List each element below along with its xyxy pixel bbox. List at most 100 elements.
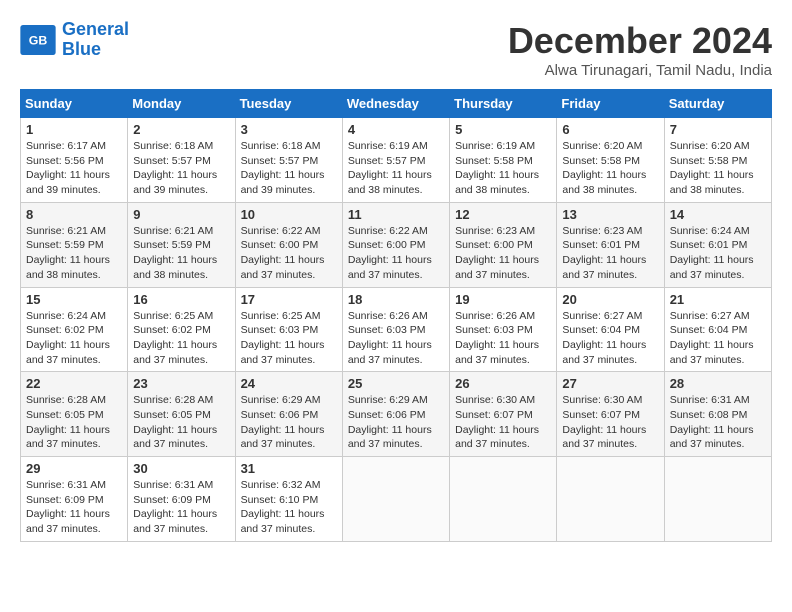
day-number: 4 xyxy=(348,122,444,137)
calendar-cell: 14 Sunrise: 6:24 AMSunset: 6:01 PMDayligh… xyxy=(664,202,771,287)
day-info: Sunrise: 6:17 AMSunset: 5:56 PMDaylight:… xyxy=(26,139,122,198)
day-info: Sunrise: 6:18 AMSunset: 5:57 PMDaylight:… xyxy=(241,139,337,198)
day-info: Sunrise: 6:27 AMSunset: 6:04 PMDaylight:… xyxy=(670,309,766,368)
calendar-cell: 17 Sunrise: 6:25 AMSunset: 6:03 PMDayligh… xyxy=(235,287,342,372)
logo-line2: Blue xyxy=(62,39,101,59)
calendar-cell: 31Sunrise: 6:32 AMSunset: 6:10 PMDayligh… xyxy=(235,457,342,542)
calendar-week-row: 8 Sunrise: 6:21 AMSunset: 5:59 PMDaylight… xyxy=(21,202,772,287)
page-header: GB General Blue December 2024 Alwa Tirun… xyxy=(20,20,772,79)
day-number: 13 xyxy=(562,207,658,222)
calendar-cell: 8 Sunrise: 6:21 AMSunset: 5:59 PMDaylight… xyxy=(21,202,128,287)
day-info: Sunrise: 6:23 AMSunset: 6:00 PMDaylight:… xyxy=(455,224,551,283)
calendar-cell: 20 Sunrise: 6:27 AMSunset: 6:04 PMDayligh… xyxy=(557,287,664,372)
calendar-cell: 3 Sunrise: 6:18 AMSunset: 5:57 PMDaylight… xyxy=(235,118,342,203)
day-info: Sunrise: 6:19 AMSunset: 5:57 PMDaylight:… xyxy=(348,139,444,198)
day-info: Sunrise: 6:30 AMSunset: 6:07 PMDaylight:… xyxy=(455,393,551,452)
day-info: Sunrise: 6:24 AMSunset: 6:01 PMDaylight:… xyxy=(670,224,766,283)
day-info: Sunrise: 6:28 AMSunset: 6:05 PMDaylight:… xyxy=(26,393,122,452)
calendar-cell: 1 Sunrise: 6:17 AMSunset: 5:56 PMDaylight… xyxy=(21,118,128,203)
day-info: Sunrise: 6:28 AMSunset: 6:05 PMDaylight:… xyxy=(133,393,229,452)
calendar-cell: 24 Sunrise: 6:29 AMSunset: 6:06 PMDayligh… xyxy=(235,372,342,457)
calendar-cell: 25 Sunrise: 6:29 AMSunset: 6:06 PMDayligh… xyxy=(342,372,449,457)
day-info: Sunrise: 6:31 AMSunset: 6:09 PMDaylight:… xyxy=(26,478,122,537)
day-info: Sunrise: 6:21 AMSunset: 5:59 PMDaylight:… xyxy=(133,224,229,283)
day-number: 11 xyxy=(348,207,444,222)
day-info: Sunrise: 6:31 AMSunset: 6:08 PMDaylight:… xyxy=(670,393,766,452)
day-number: 6 xyxy=(562,122,658,137)
calendar-cell: 29Sunrise: 6:31 AMSunset: 6:09 PMDayligh… xyxy=(21,457,128,542)
day-number: 20 xyxy=(562,292,658,307)
col-header-friday: Friday xyxy=(557,90,664,118)
calendar-cell xyxy=(450,457,557,542)
col-header-wednesday: Wednesday xyxy=(342,90,449,118)
day-number: 15 xyxy=(26,292,122,307)
day-number: 3 xyxy=(241,122,337,137)
col-header-thursday: Thursday xyxy=(450,90,557,118)
day-number: 2 xyxy=(133,122,229,137)
day-info: Sunrise: 6:26 AMSunset: 6:03 PMDaylight:… xyxy=(455,309,551,368)
col-header-sunday: Sunday xyxy=(21,90,128,118)
calendar-cell: 18 Sunrise: 6:26 AMSunset: 6:03 PMDayligh… xyxy=(342,287,449,372)
calendar-week-row: 29Sunrise: 6:31 AMSunset: 6:09 PMDayligh… xyxy=(21,457,772,542)
calendar-cell: 26 Sunrise: 6:30 AMSunset: 6:07 PMDayligh… xyxy=(450,372,557,457)
location: Alwa Tirunagari, Tamil Nadu, India xyxy=(508,62,772,79)
day-number: 25 xyxy=(348,376,444,391)
calendar-cell: 12 Sunrise: 6:23 AMSunset: 6:00 PMDayligh… xyxy=(450,202,557,287)
calendar-cell: 21 Sunrise: 6:27 AMSunset: 6:04 PMDayligh… xyxy=(664,287,771,372)
calendar-cell: 16Sunrise: 6:25 AMSunset: 6:02 PMDayligh… xyxy=(128,287,235,372)
calendar-week-row: 22Sunrise: 6:28 AMSunset: 6:05 PMDayligh… xyxy=(21,372,772,457)
day-info: Sunrise: 6:22 AMSunset: 6:00 PMDaylight:… xyxy=(348,224,444,283)
day-info: Sunrise: 6:32 AMSunset: 6:10 PMDaylight:… xyxy=(241,478,337,537)
col-header-saturday: Saturday xyxy=(664,90,771,118)
calendar-header-row: SundayMondayTuesdayWednesdayThursdayFrid… xyxy=(21,90,772,118)
day-info: Sunrise: 6:25 AMSunset: 6:03 PMDaylight:… xyxy=(241,309,337,368)
month-title: December 2024 xyxy=(508,20,772,62)
calendar-cell xyxy=(664,457,771,542)
day-number: 18 xyxy=(348,292,444,307)
calendar-cell: 23 Sunrise: 6:28 AMSunset: 6:05 PMDayligh… xyxy=(128,372,235,457)
day-info: Sunrise: 6:21 AMSunset: 5:59 PMDaylight:… xyxy=(26,224,122,283)
calendar-cell xyxy=(342,457,449,542)
day-number: 17 xyxy=(241,292,337,307)
day-info: Sunrise: 6:27 AMSunset: 6:04 PMDaylight:… xyxy=(562,309,658,368)
calendar-table: SundayMondayTuesdayWednesdayThursdayFrid… xyxy=(20,89,772,542)
day-info: Sunrise: 6:20 AMSunset: 5:58 PMDaylight:… xyxy=(670,139,766,198)
day-number: 21 xyxy=(670,292,766,307)
day-number: 10 xyxy=(241,207,337,222)
col-header-tuesday: Tuesday xyxy=(235,90,342,118)
day-info: Sunrise: 6:29 AMSunset: 6:06 PMDaylight:… xyxy=(348,393,444,452)
day-info: Sunrise: 6:24 AMSunset: 6:02 PMDaylight:… xyxy=(26,309,122,368)
svg-text:GB: GB xyxy=(29,33,48,47)
day-info: Sunrise: 6:26 AMSunset: 6:03 PMDaylight:… xyxy=(348,309,444,368)
day-number: 24 xyxy=(241,376,337,391)
day-number: 23 xyxy=(133,376,229,391)
calendar-week-row: 15 Sunrise: 6:24 AMSunset: 6:02 PMDayligh… xyxy=(21,287,772,372)
col-header-monday: Monday xyxy=(128,90,235,118)
calendar-cell: 5 Sunrise: 6:19 AMSunset: 5:58 PMDaylight… xyxy=(450,118,557,203)
calendar-cell: 4 Sunrise: 6:19 AMSunset: 5:57 PMDaylight… xyxy=(342,118,449,203)
title-block: December 2024 Alwa Tirunagari, Tamil Nad… xyxy=(508,20,772,79)
calendar-cell xyxy=(557,457,664,542)
calendar-cell: 15 Sunrise: 6:24 AMSunset: 6:02 PMDayligh… xyxy=(21,287,128,372)
day-info: Sunrise: 6:19 AMSunset: 5:58 PMDaylight:… xyxy=(455,139,551,198)
day-info: Sunrise: 6:23 AMSunset: 6:01 PMDaylight:… xyxy=(562,224,658,283)
day-number: 1 xyxy=(26,122,122,137)
day-number: 5 xyxy=(455,122,551,137)
logo: GB General Blue xyxy=(20,20,129,60)
calendar-cell: 28 Sunrise: 6:31 AMSunset: 6:08 PMDayligh… xyxy=(664,372,771,457)
day-number: 19 xyxy=(455,292,551,307)
calendar-cell: 2Sunrise: 6:18 AMSunset: 5:57 PMDaylight… xyxy=(128,118,235,203)
calendar-cell: 22Sunrise: 6:28 AMSunset: 6:05 PMDayligh… xyxy=(21,372,128,457)
day-number: 8 xyxy=(26,207,122,222)
day-number: 27 xyxy=(562,376,658,391)
day-number: 12 xyxy=(455,207,551,222)
calendar-cell: 6 Sunrise: 6:20 AMSunset: 5:58 PMDaylight… xyxy=(557,118,664,203)
day-number: 14 xyxy=(670,207,766,222)
day-info: Sunrise: 6:20 AMSunset: 5:58 PMDaylight:… xyxy=(562,139,658,198)
day-number: 26 xyxy=(455,376,551,391)
day-info: Sunrise: 6:29 AMSunset: 6:06 PMDaylight:… xyxy=(241,393,337,452)
day-info: Sunrise: 6:22 AMSunset: 6:00 PMDaylight:… xyxy=(241,224,337,283)
day-number: 16 xyxy=(133,292,229,307)
day-number: 28 xyxy=(670,376,766,391)
calendar-cell: 11 Sunrise: 6:22 AMSunset: 6:00 PMDayligh… xyxy=(342,202,449,287)
